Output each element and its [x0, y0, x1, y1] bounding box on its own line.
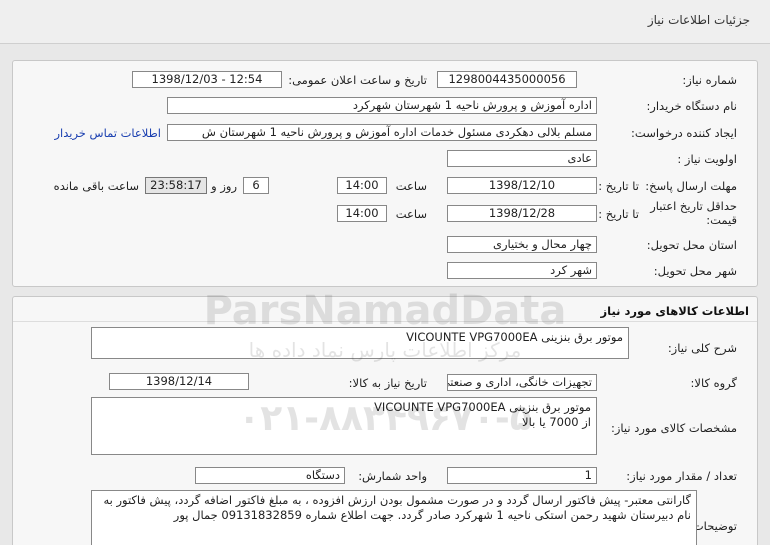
- page-header: جزئیات اطلاعات نیاز: [0, 0, 770, 44]
- goods-info-panel: اطلاعات کالاهای مورد نیاز شرح کلی نیاز: …: [12, 296, 758, 545]
- remaining-time-field: 23:58:17: [145, 177, 207, 194]
- buyer-notes-field: گارانتی معتبر- پیش فاکتور ارسال گردد و د…: [91, 490, 697, 545]
- announce-field: 1398/12/03 - 12:54: [132, 71, 282, 88]
- goods-group-field: تجهیزات خانگی، اداری و صنعتی: [447, 374, 597, 391]
- summary-field: موتور برق بنزینی VICOUNTE VPG7000EA: [91, 327, 629, 359]
- buyer-org-field: اداره آموزش و پرورش ناحیه 1 شهرستان شهرک…: [167, 97, 597, 114]
- need-number-label: شماره نیاز:: [682, 73, 737, 87]
- province-label: استان محل تحویل:: [646, 238, 737, 252]
- section-divider: [13, 321, 757, 322]
- remaining-label: ساعت باقی مانده: [53, 179, 139, 193]
- validity-time-label: ساعت: [395, 207, 427, 221]
- remaining-days-field: 6: [243, 177, 269, 194]
- validity-to-date-label: تا تاریخ :: [598, 207, 639, 221]
- deadline-date-field: 1398/12/10: [447, 177, 597, 194]
- page-title: جزئیات اطلاعات نیاز: [647, 13, 750, 27]
- buyer-org-label: نام دستگاه خریدار:: [646, 99, 737, 113]
- goods-section-title: اطلاعات کالاهای مورد نیاز: [600, 304, 749, 318]
- specs-label: مشخصات کالای مورد نیاز:: [610, 421, 737, 435]
- validity-label-line1: حداقل تاریخ اعتبار: [650, 199, 737, 213]
- priority-label: اولویت نیاز :: [677, 152, 737, 166]
- deadline-to-date-label: تا تاریخ :: [598, 179, 639, 193]
- goods-group-label: گروه کالا:: [690, 376, 737, 390]
- specs-line-1: موتور برق بنزینی VICOUNTE VPG7000EA: [374, 400, 591, 414]
- need-number-field: 1298004435000056: [437, 71, 577, 88]
- city-field: شهر کرد: [447, 262, 597, 279]
- unit-field: دستگاه: [195, 467, 345, 484]
- deadline-label: مهلت ارسال پاسخ:: [645, 179, 737, 193]
- deadline-time-field: 14:00: [337, 177, 387, 194]
- need-date-field: 1398/12/14: [109, 373, 249, 390]
- requester-label: ایجاد کننده درخواست:: [631, 126, 737, 140]
- province-field: چهار محال و بختیاری: [447, 236, 597, 253]
- unit-label: واحد شمارش:: [358, 469, 427, 483]
- need-date-label: تاریخ نیاز به کالا:: [348, 376, 427, 390]
- priority-field: عادی: [447, 150, 597, 167]
- quantity-field: 1: [447, 467, 597, 484]
- validity-date-field: 1398/12/28: [447, 205, 597, 222]
- announce-label: تاریخ و ساعت اعلان عمومی:: [288, 73, 427, 87]
- city-label: شهر محل تحویل:: [653, 264, 737, 278]
- validity-time-field: 14:00: [337, 205, 387, 222]
- specs-line-2: از 7000 یا بالا: [522, 415, 591, 429]
- need-info-panel: شماره نیاز: 1298004435000056 تاریخ و ساع…: [12, 60, 758, 287]
- specs-field: موتور برق بنزینی VICOUNTE VPG7000EA از 7…: [91, 397, 597, 455]
- deadline-time-label: ساعت: [395, 179, 427, 193]
- requester-field: مسلم بلالی دهکردی مسئول خدمات اداره آموز…: [167, 124, 597, 141]
- validity-label-line2: قیمت:: [706, 213, 737, 227]
- summary-label: شرح کلی نیاز:: [667, 341, 737, 355]
- days-label: روز و: [211, 179, 237, 193]
- quantity-label: تعداد / مقدار مورد نیاز:: [626, 469, 737, 483]
- buyer-contact-link[interactable]: اطلاعات تماس خریدار: [54, 126, 161, 140]
